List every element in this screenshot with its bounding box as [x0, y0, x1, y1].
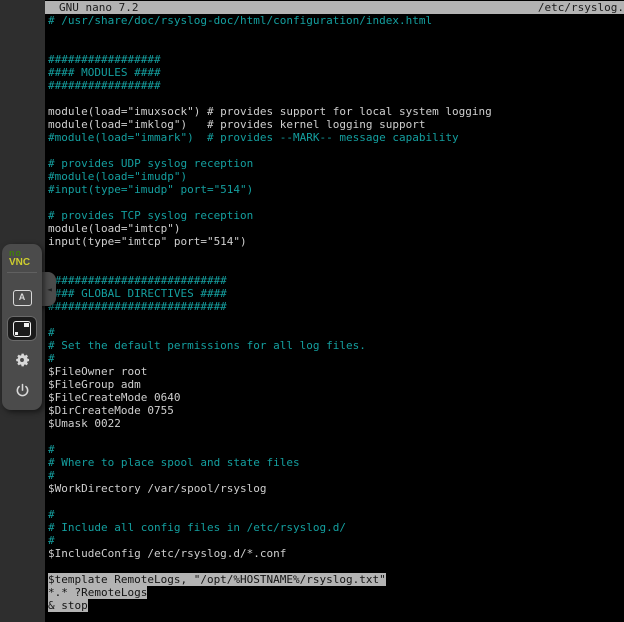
editor-line [48, 430, 624, 443]
editor-line: ########################### [48, 300, 624, 313]
editor-line: ########################### [48, 274, 624, 287]
panel-divider [7, 272, 37, 273]
editor-line: $FileOwner root [48, 365, 624, 378]
editor-line: #input(type="imudp" port="514") [48, 183, 624, 196]
editor-line: $Umask 0022 [48, 417, 624, 430]
editor-line: & stop [48, 599, 624, 612]
gear-icon [13, 351, 31, 369]
editor-line [48, 196, 624, 209]
editor-line: *.* ?RemoteLogs [48, 586, 624, 599]
editor-line: $FileCreateMode 0640 [48, 391, 624, 404]
editor-line [48, 248, 624, 261]
fullscreen-button[interactable] [7, 316, 37, 341]
editor-line: # /usr/share/doc/rsyslog-doc/html/config… [48, 14, 624, 27]
novnc-logo-vnc: VNC [9, 258, 35, 267]
terminal-screen[interactable]: GNU nano 7.2 /etc/rsyslog. # /usr/share/… [45, 0, 624, 622]
editor-line: $WorkDirectory /var/spool/rsyslog [48, 482, 624, 495]
extra-keys-button[interactable]: A [7, 285, 37, 310]
editor-line: $FileGroup adm [48, 378, 624, 391]
collapse-arrow-icon: ◄ [47, 285, 52, 294]
editor-line [48, 92, 624, 105]
editor-line: #module(load="imudp") [48, 170, 624, 183]
editor-line: ################# [48, 53, 624, 66]
editor-line: # [48, 469, 624, 482]
editor-line: # [48, 534, 624, 547]
editor-line [48, 27, 624, 40]
editor-lines: # /usr/share/doc/rsyslog-doc/html/config… [48, 14, 624, 622]
editor-line: # Set the default permissions for all lo… [48, 339, 624, 352]
editor-line: # [48, 326, 624, 339]
editor-line: input(type="imtcp" port="514") [48, 235, 624, 248]
fullscreen-icon [13, 321, 31, 337]
vnc-control-bar: no VNC A [2, 244, 42, 410]
editor-line: #### GLOBAL DIRECTIVES #### [48, 287, 624, 300]
disconnect-button[interactable] [7, 378, 37, 403]
editor-line: # provides TCP syslog reception [48, 209, 624, 222]
editor-line: # Include all config files in /etc/rsysl… [48, 521, 624, 534]
editor-line [48, 261, 624, 274]
editor-line [48, 40, 624, 53]
editor-line [48, 144, 624, 157]
settings-button[interactable] [7, 347, 37, 372]
power-icon [14, 382, 31, 399]
editor-line [48, 313, 624, 326]
nano-file-path: /etc/rsyslog. [538, 1, 624, 14]
extra-keys-icon: A [13, 290, 32, 306]
editor-line: module(load="imklog") # provides kernel … [48, 118, 624, 131]
editor-line: #module(load="immark") # provides --MARK… [48, 131, 624, 144]
editor-line: $IncludeConfig /etc/rsyslog.d/*.conf [48, 547, 624, 560]
editor-line [48, 560, 624, 573]
editor-line: $DirCreateMode 0755 [48, 404, 624, 417]
editor-line: # [48, 508, 624, 521]
editor-line [48, 495, 624, 508]
editor-line: #### MODULES #### [48, 66, 624, 79]
novnc-logo: no VNC [9, 249, 35, 267]
editor-line: # [48, 352, 624, 365]
editor-line: # provides UDP syslog reception [48, 157, 624, 170]
nano-titlebar: GNU nano 7.2 /etc/rsyslog. [45, 1, 624, 14]
editor-line: $template RemoteLogs, "/opt/%HOSTNAME%/r… [48, 573, 624, 586]
nano-version: GNU nano 7.2 [59, 1, 138, 14]
extra-keys-glyph: A [19, 293, 26, 302]
editor-line: ################# [48, 79, 624, 92]
editor-line: # Where to place spool and state files [48, 456, 624, 469]
editor-line: module(load="imuxsock") # provides suppo… [48, 105, 624, 118]
editor-line: module(load="imtcp") [48, 222, 624, 235]
editor-line: # [48, 443, 624, 456]
